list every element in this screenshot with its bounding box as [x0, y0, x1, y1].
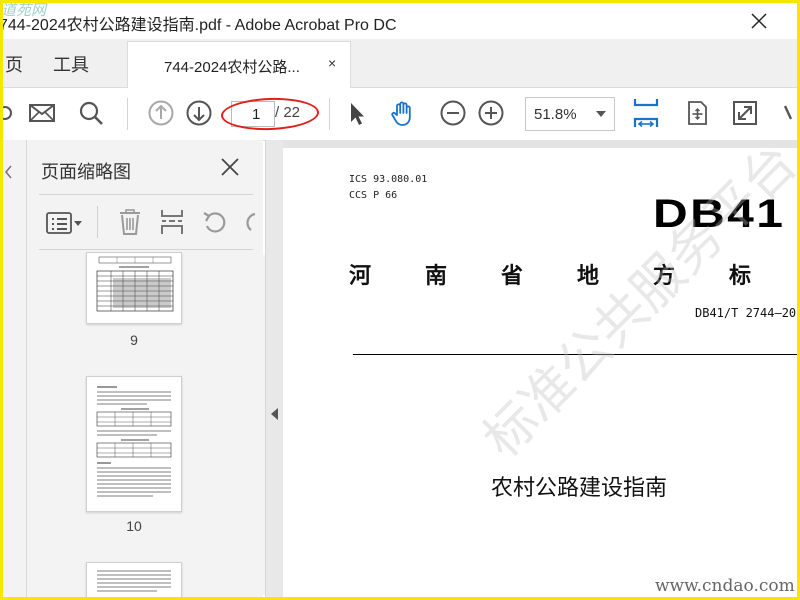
document-page: ICS 93.080.01 CCS P 66 DB41 河 南 省 地 方 标 …: [283, 148, 797, 597]
page-preview: [96, 386, 172, 497]
zoom-in-icon[interactable]: [477, 99, 505, 127]
page-thumbnail-10[interactable]: [86, 376, 182, 512]
divider: [39, 194, 253, 195]
toolbar-divider: [127, 98, 128, 130]
zoom-out-icon[interactable]: [439, 99, 467, 127]
standard-issuer-char: 省: [501, 264, 524, 289]
page-preview: [97, 570, 171, 592]
toolbar: 1 / 22 51.8%: [3, 88, 797, 141]
standard-issuer-char: 南: [425, 264, 448, 289]
panel-title: 页面缩略图: [41, 162, 131, 182]
tab-document[interactable]: 744-2024农村公路... ×: [127, 41, 351, 88]
close-icon[interactable]: [219, 156, 241, 178]
more-tools-icon[interactable]: [779, 99, 797, 127]
thumbnail-page-number: 9: [130, 332, 138, 348]
tab-tools[interactable]: 工具: [53, 51, 89, 77]
previous-page-icon[interactable]: [147, 99, 175, 127]
window-close-icon[interactable]: [745, 7, 773, 35]
document-tab-label: 744-2024农村公路...: [164, 59, 300, 76]
standard-issuer-char: 标: [729, 264, 752, 289]
zoom-dropdown[interactable]: 51.8%: [525, 97, 615, 131]
rotate-clockwise-icon[interactable]: [241, 208, 263, 236]
standard-issuer-char: 河: [349, 264, 372, 289]
site-url: www.cndao.com: [655, 576, 795, 596]
fit-page-icon[interactable]: [631, 97, 661, 129]
brand-watermark: 道苑网: [3, 3, 47, 19]
page-thumbnails-panel: 页面缩略图 9 10: [27, 140, 285, 597]
email-icon[interactable]: [28, 99, 56, 127]
toolbar-divider: [329, 98, 330, 130]
full-screen-icon[interactable]: [731, 99, 759, 127]
page-preview: [96, 256, 174, 312]
rotate-counterclockwise-icon[interactable]: [201, 208, 229, 236]
collapse-nav-icon[interactable]: [3, 162, 13, 182]
search-icon[interactable]: [77, 99, 105, 127]
chevron-down-icon: [596, 111, 606, 117]
toolbar-divider: [97, 206, 98, 238]
rotate-view-icon[interactable]: [683, 99, 711, 127]
title-bar: 744-2024农村公路建设指南.pdf - Adobe Acrobat Pro…: [3, 3, 797, 39]
document-view[interactable]: ICS 93.080.01 CCS P 66 DB41 河 南 省 地 方 标 …: [283, 140, 797, 597]
tab-bar: 页 工具 744-2024农村公路... ×: [3, 39, 797, 88]
thumbnail-page-number: 10: [126, 518, 142, 534]
thumbnail-list: 9 10: [27, 252, 239, 597]
ccs-code: CCS P 66: [349, 190, 398, 201]
app-window: 744-2024农村公路建设指南.pdf - Adobe Acrobat Pro…: [3, 3, 797, 597]
tab-close-icon[interactable]: ×: [328, 55, 336, 71]
tab-home[interactable]: 页: [5, 51, 23, 77]
share-icon[interactable]: [3, 99, 19, 127]
next-page-icon[interactable]: [185, 99, 213, 127]
collapse-arrow-icon: [271, 408, 278, 420]
options-menu-icon[interactable]: [45, 210, 85, 236]
standard-code: DB41/T 2744—20: [695, 306, 797, 320]
hand-tool-icon[interactable]: [389, 99, 417, 127]
insert-page-icon[interactable]: [159, 208, 185, 236]
thumbnail-toolbar: [27, 196, 263, 248]
zoom-value: 51.8%: [534, 106, 577, 123]
document-title: 农村公路建设指南: [491, 476, 668, 501]
page-thumbnail-11[interactable]: [86, 562, 182, 597]
select-cursor-icon[interactable]: [343, 99, 371, 127]
left-nav-strip: [3, 140, 27, 597]
ics-code: ICS 93.080.01: [349, 174, 428, 185]
divider: [39, 249, 253, 250]
page-thumbnail-9[interactable]: [86, 252, 182, 324]
trash-icon[interactable]: [117, 208, 143, 236]
panel-collapse-handle[interactable]: [265, 140, 284, 597]
window-title: 744-2024农村公路建设指南.pdf - Adobe Acrobat Pro…: [3, 17, 397, 34]
